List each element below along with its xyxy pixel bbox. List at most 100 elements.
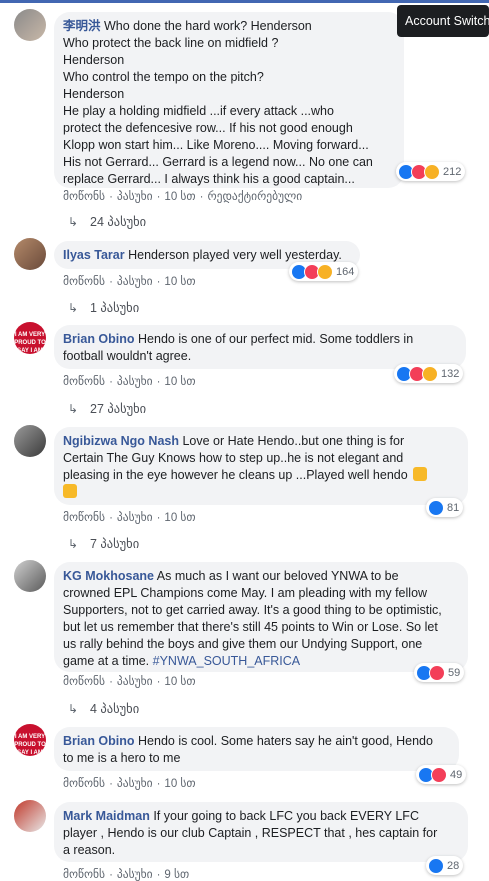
reply-link[interactable]: პასუხი	[117, 510, 153, 524]
avatar-text: I AM VERY PROUD TO SAY I AM	[14, 332, 46, 354]
view-replies-link[interactable]: ↳ 7 პასუხი	[68, 536, 139, 551]
comment-author[interactable]: KG Mokhosane	[63, 569, 154, 583]
reply-link[interactable]: პასუხი	[117, 274, 153, 288]
reactions-summary[interactable]: 81	[426, 498, 464, 517]
reactions-summary[interactable]: 164	[289, 262, 359, 281]
love-reaction-icon	[429, 664, 445, 681]
separator: ·	[156, 512, 161, 524]
view-replies-link[interactable]: ↳ 27 პასუხი	[68, 401, 146, 416]
comment-time[interactable]: 10 სთ	[164, 374, 195, 388]
reaction-count: 49	[450, 768, 463, 781]
comment-author[interactable]: Mark Maidman	[63, 809, 150, 823]
like-link[interactable]: მოწონს	[63, 510, 105, 524]
reply-link[interactable]: პასუხი	[117, 867, 153, 881]
comment-author[interactable]: 李明洪	[63, 19, 101, 33]
reactions-summary[interactable]: 49	[416, 765, 467, 784]
replies-count[interactable]: 1 პასუხი	[90, 301, 139, 315]
top-bar	[0, 0, 489, 3]
haha-reaction-icon	[424, 163, 440, 180]
reaction-count: 81	[447, 501, 460, 514]
comment-text-line: crowned EPL Champions come May. I am ple…	[63, 586, 428, 600]
comment-actions: მოწონს · პასუხი · 10 სთ	[63, 510, 196, 524]
comment-text-line: Certain The Guy Knows how to step up..he…	[63, 451, 404, 465]
reaction-count: 28	[447, 859, 460, 872]
reply-arrow-icon: ↳	[68, 301, 79, 315]
like-reaction-icon	[428, 857, 444, 874]
reaction-count: 212	[443, 165, 462, 178]
separator: ·	[109, 869, 113, 881]
avatar[interactable]	[14, 425, 46, 457]
comment-text-line: us rally behind the boys and give them o…	[63, 637, 423, 651]
comment-actions: მოწონს · პასუხი · 10 სთ	[63, 776, 196, 790]
reactions-summary[interactable]: 28	[426, 856, 464, 875]
avatar[interactable]: I AM VERY PROUD TO SAY I AM	[14, 724, 46, 756]
reply-link[interactable]: პასუხი	[117, 674, 153, 688]
comment-actions: მოწონს · პასუხი · 10 სთ	[63, 674, 196, 688]
reply-link[interactable]: პასუხი	[117, 374, 153, 388]
replies-count[interactable]: 27 პასუხი	[90, 402, 146, 416]
like-link[interactable]: მოწონს	[63, 374, 105, 388]
avatar[interactable]: I AM VERY PROUD TO SAY I AM	[14, 322, 46, 354]
view-replies-link[interactable]: ↳ 24 პასუხი	[68, 214, 146, 229]
comment-time[interactable]: 10 სთ	[164, 776, 195, 790]
comment-actions: მოწონს · პასუხი · 10 სთ	[63, 274, 196, 288]
account-switcher-tooltip: Account Switcher	[397, 5, 489, 37]
view-replies-link[interactable]: ↳ 1 პასუხი	[68, 300, 139, 315]
comment-text-line: Henderson	[63, 87, 125, 101]
comment-author[interactable]: Ilyas Tarar	[63, 248, 125, 262]
edited-label[interactable]: რედაქტირებული	[207, 189, 302, 203]
like-link[interactable]: მოწონს	[63, 189, 105, 203]
avatar[interactable]	[14, 238, 46, 270]
comment-author[interactable]: Ngibizwa Ngo Nash	[63, 434, 179, 448]
comment-text-line: but let us remember that there's still 4…	[63, 620, 438, 634]
comment-text-line: a reason.	[63, 843, 116, 857]
like-reaction-icon	[428, 499, 444, 516]
separator: ·	[109, 276, 113, 288]
comment-text-line: As much as I want our beloved YNWA to be	[156, 569, 399, 583]
avatar[interactable]	[14, 560, 46, 592]
like-link[interactable]: მოწონს	[63, 776, 105, 790]
replies-count[interactable]: 24 პასუხი	[90, 215, 146, 229]
separator: ·	[109, 191, 113, 203]
comment-time[interactable]: 10 სთ	[164, 189, 195, 203]
hashtag-link[interactable]: #YNWA_SOUTH_AFRICA	[153, 654, 300, 668]
like-link[interactable]: მოწონს	[63, 867, 105, 881]
separator: ·	[156, 276, 161, 288]
reactions-summary[interactable]: 132	[394, 364, 464, 383]
like-link[interactable]: მოწონს	[63, 674, 105, 688]
avatar-text: I AM VERY PROUD TO SAY I AM	[14, 734, 46, 756]
view-replies-link[interactable]: ↳ 4 პასუხი	[68, 701, 139, 716]
comment-actions: მოწონს · პასუხი · 10 სთ	[63, 374, 196, 388]
comment-bubble: KG Mokhosane As much as I want our belov…	[54, 562, 468, 672]
comment-text-line: Hendo is one of our perfect mid. Some to…	[138, 332, 414, 346]
reply-link[interactable]: პასუხი	[117, 776, 153, 790]
comment-time[interactable]: 9 სთ	[164, 867, 189, 881]
reply-link[interactable]: პასუხი	[117, 189, 153, 203]
comment-time[interactable]: 10 სთ	[164, 274, 195, 288]
comment-actions: მოწონს · პასუხი · 10 სთ · რედაქტირებული	[63, 189, 302, 203]
avatar[interactable]	[14, 9, 46, 41]
comment-text-line: Henderson	[63, 53, 125, 67]
reply-arrow-icon: ↳	[68, 537, 79, 551]
comment-text-line: If your going to back LFC you back EVERY…	[153, 809, 419, 823]
comment-bubble: Brian Obino Hendo is cool. Some haters s…	[54, 727, 459, 771]
comment-bubble: 李明洪 Who done the hard work? Henderson Wh…	[54, 12, 404, 188]
replies-count[interactable]: 7 პასუხი	[90, 537, 139, 551]
reaction-count: 132	[441, 367, 460, 380]
comment-author[interactable]: Brian Obino	[63, 734, 135, 748]
comment-time[interactable]: 10 სთ	[164, 674, 195, 688]
comment-text-line: Who protect the back line on midfield ?	[63, 36, 279, 50]
like-link[interactable]: მოწონს	[63, 274, 105, 288]
reactions-summary[interactable]: 212	[396, 162, 466, 181]
comment-time[interactable]: 10 სთ	[164, 510, 195, 524]
avatar[interactable]	[14, 800, 46, 832]
comment-author[interactable]: Brian Obino	[63, 332, 135, 346]
comment-text-line: pleasing in the eye however he cleans up…	[63, 468, 408, 482]
comment-bubble: Mark Maidman If your going to back LFC y…	[54, 802, 468, 862]
reactions-summary[interactable]: 59	[414, 663, 465, 682]
replies-count[interactable]: 4 პასუხი	[90, 702, 139, 716]
separator: ·	[156, 869, 161, 881]
comment-bubble: Ngibizwa Ngo Nash Love or Hate Hendo..bu…	[54, 427, 468, 505]
reply-arrow-icon: ↳	[68, 402, 79, 416]
love-reaction-icon	[431, 766, 447, 783]
